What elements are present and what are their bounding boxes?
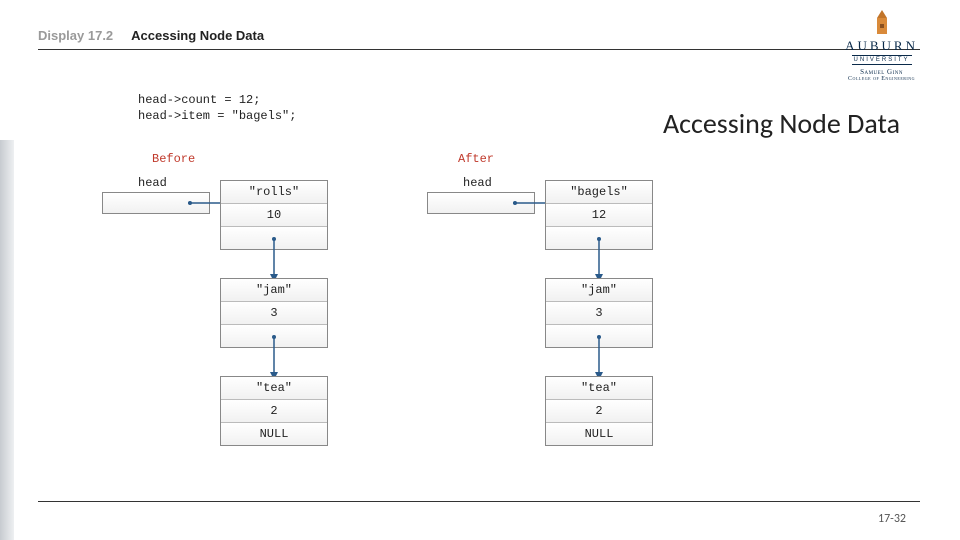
- arrow-down-icon: [268, 236, 280, 282]
- node-next-null: NULL: [546, 423, 652, 445]
- header-bar: Display 17.2 Accessing Node Data: [38, 28, 920, 50]
- logo-main-text: AUBURN: [845, 38, 918, 54]
- before-label: Before: [152, 152, 195, 166]
- node-item: "tea": [221, 377, 327, 400]
- tower-icon: [873, 10, 891, 36]
- node-item: "jam": [221, 279, 327, 302]
- after-label: After: [458, 152, 494, 166]
- head-label: head: [138, 176, 167, 190]
- node-count: 12: [546, 204, 652, 227]
- slide-title: Accessing Node Data: [663, 106, 900, 141]
- logo-sub-text: UNIVERSITY: [852, 55, 912, 65]
- node-next-null: NULL: [221, 423, 327, 445]
- logo-college-line2: College of Engineering: [845, 76, 918, 82]
- node-item: "tea": [546, 377, 652, 400]
- footer-rule: [38, 501, 920, 502]
- code-snippet: head->count = 12; head->item = "bagels";: [138, 92, 296, 124]
- node-item: "rolls": [221, 181, 327, 204]
- header-title: Accessing Node Data: [131, 28, 264, 43]
- arrow-down-icon: [268, 334, 280, 380]
- node-count: 2: [221, 400, 327, 423]
- auburn-logo: AUBURN UNIVERSITY Samuel Ginn College of…: [845, 10, 918, 82]
- node-3: "tea" 2 NULL: [545, 376, 653, 446]
- head-label: head: [463, 176, 492, 190]
- node-count: 3: [221, 302, 327, 325]
- display-label: Display 17.2: [38, 28, 113, 43]
- code-line-2: head->item = "bagels";: [138, 109, 296, 123]
- node-3: "tea" 2 NULL: [220, 376, 328, 446]
- code-line-1: head->count = 12;: [138, 93, 260, 107]
- node-item: "bagels": [546, 181, 652, 204]
- logo-college-line1: Samuel Ginn: [845, 68, 918, 76]
- node-count: 2: [546, 400, 652, 423]
- node-item: "jam": [546, 279, 652, 302]
- arrow-down-icon: [593, 236, 605, 282]
- node-count: 3: [546, 302, 652, 325]
- arrow-down-icon: [593, 334, 605, 380]
- page-number: 17-32: [878, 512, 906, 526]
- node-count: 10: [221, 204, 327, 227]
- left-gradient-strip: [0, 140, 14, 540]
